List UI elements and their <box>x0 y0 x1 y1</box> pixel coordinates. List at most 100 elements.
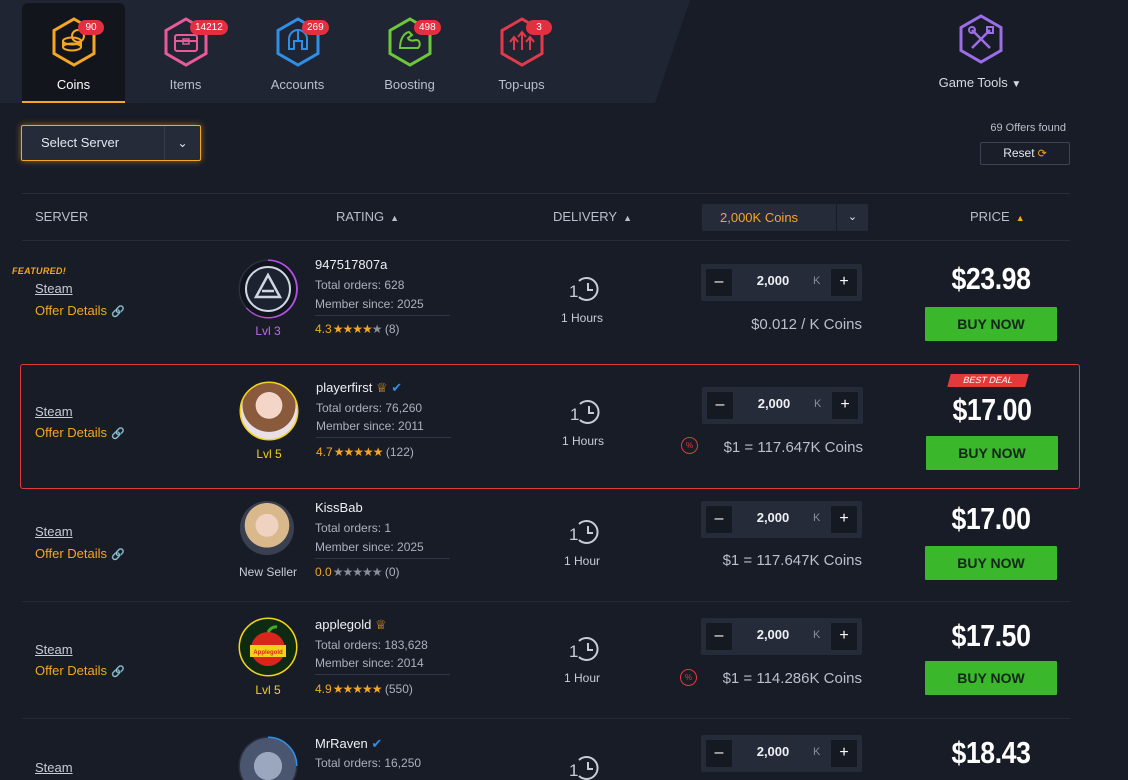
increase-button[interactable]: + <box>831 506 857 533</box>
seller-name[interactable]: KissBab <box>315 500 363 515</box>
tab-label: Coins <box>56 77 91 92</box>
top-navigation: 90 Coins 14212 Items 269 Accounts 498 Bo… <box>0 0 1128 103</box>
offers-table: SERVER RATING ▲︎ DELIVERY ▲︎ 2,000K Coins … <box>12 193 1080 780</box>
quantity-value[interactable]: 2,000 <box>737 273 809 288</box>
crown-icon: ♕ <box>375 617 387 632</box>
increase-button[interactable]: + <box>832 392 858 419</box>
seller-rating: 4.7★★★★★ (122) <box>316 445 414 459</box>
delivery-clock-icon: 1 <box>570 400 600 424</box>
header-server-label: SERVER <box>35 209 89 224</box>
rating-value: 4.3 <box>315 322 332 336</box>
offer-details-link[interactable]: Offer Details 🔗 <box>35 425 125 440</box>
seller-member-since: Member since: 2011 <box>316 419 424 433</box>
seller-level: Lvl 3 <box>255 324 281 338</box>
offer-details-link[interactable]: Offer Details 🔗 <box>35 663 125 678</box>
applegold-logo: Applegold <box>250 625 286 666</box>
unit-rate: $1 = 117.647K Coins <box>723 439 863 456</box>
decrease-button[interactable]: – <box>706 269 732 296</box>
table-row: FEATURED! Steam Offer Details 🔗 Lvl 3 947… <box>12 241 1070 365</box>
server-link[interactable]: Steam <box>35 642 73 657</box>
server-link[interactable]: Steam <box>35 404 73 419</box>
table-row-best-deal: BEST DEAL Steam Offer Details 🔗 Lvl 5 pla… <box>20 364 1080 489</box>
buy-now-button[interactable]: BUY NOW <box>925 546 1057 580</box>
caret-down-icon: ▼ <box>1011 79 1022 90</box>
table-row: Steam MrRaven ✔ Total orders: 16,250 1 –… <box>22 719 1070 780</box>
tab-label: Accounts <box>270 77 325 92</box>
sort-icon: ▲︎ <box>623 213 632 223</box>
quantity-value[interactable]: 2,000 <box>737 744 809 759</box>
buy-now-button[interactable]: BUY NOW <box>925 307 1057 341</box>
tab-badge: 269 <box>302 20 329 35</box>
quantity-stepper: – 2,000 K + <box>701 618 862 655</box>
tab-badge: 3 <box>526 20 552 35</box>
tab-boosting[interactable]: 498 Boosting <box>358 3 461 103</box>
delivery-time: 1 Hour <box>563 671 601 685</box>
buy-now-button[interactable]: BUY NOW <box>926 436 1058 470</box>
decrease-button[interactable]: – <box>706 506 732 533</box>
table-row: Steam Offer Details 🔗 New Seller KissBab … <box>22 489 1070 602</box>
delivery-clock-icon: 1 <box>569 756 599 780</box>
quantity-value[interactable]: 2,000 <box>737 510 809 525</box>
quantity-value[interactable]: 2,000 <box>738 396 810 411</box>
buy-now-button[interactable]: BUY NOW <box>925 661 1057 695</box>
increase-button[interactable]: + <box>831 269 857 296</box>
quantity-unit: K <box>813 746 821 758</box>
seller-orders: Total orders: 1 <box>315 521 392 535</box>
offer-details-link[interactable]: Offer Details 🔗 <box>35 303 125 318</box>
server-link[interactable]: Steam <box>35 524 73 539</box>
header-rating-label: RATING <box>336 209 385 224</box>
header-price[interactable]: PRICE ▲︎ <box>970 209 1025 224</box>
increase-button[interactable]: + <box>831 623 857 650</box>
delivery-clock-icon: 1 <box>569 277 599 301</box>
header-price-label: PRICE <box>970 209 1010 224</box>
decrease-button[interactable]: – <box>706 623 732 650</box>
server-link[interactable]: Steam <box>35 760 73 775</box>
unit-rate: $1 = 117.647K Coins <box>722 552 862 569</box>
star-rating-icon: ★★★★★ <box>332 565 383 579</box>
tab-accounts[interactable]: 269 Accounts <box>246 3 349 103</box>
tab-badge: 90 <box>78 20 104 35</box>
quantity-unit: K <box>813 275 821 287</box>
avatar <box>240 261 296 317</box>
quantity-value[interactable]: 2,000 <box>737 627 809 642</box>
best-deal-badge: BEST DEAL <box>947 374 1029 387</box>
header-server: SERVER <box>35 209 88 224</box>
header-delivery[interactable]: DELIVERY ▲︎ <box>553 209 632 224</box>
crown-icon: ♕ <box>375 380 388 395</box>
reset-icon: ⟳ <box>1037 148 1047 160</box>
seller-rating: 4.3★★★★★ (8) <box>315 322 400 336</box>
link-icon: 🔗 <box>111 306 125 318</box>
header-rating[interactable]: RATING ▲︎ <box>336 209 399 224</box>
svg-text:Applegold: Applegold <box>253 650 283 656</box>
tab-coins[interactable]: 90 Coins <box>22 3 125 103</box>
game-tools-menu[interactable]: Game Tools ▼ <box>930 14 1030 94</box>
amount-select[interactable]: 2,000K Coins ⌄ <box>702 204 868 231</box>
seller-name[interactable]: 947517807a <box>315 257 387 272</box>
tab-badge: 498 <box>414 20 441 35</box>
seller-rating: 0.0★★★★★ (0) <box>315 565 400 579</box>
tools-icon <box>959 14 1003 64</box>
rating-value: 4.9 <box>315 682 332 696</box>
server-select[interactable]: Select Server ⌄ <box>21 125 201 161</box>
reset-button[interactable]: Reset ⟳ <box>980 142 1070 165</box>
svg-text:1: 1 <box>569 642 578 661</box>
seller-name[interactable]: MrRaven ✔ <box>315 736 382 752</box>
chevron-down-icon: ⌄ <box>164 126 200 160</box>
tab-label: Boosting <box>384 77 435 92</box>
decrease-button[interactable]: – <box>707 392 733 419</box>
tab-items[interactable]: 14212 Items <box>134 3 237 103</box>
unit-rate: $1 = 114.286K Coins <box>722 670 862 687</box>
tab-top-ups[interactable]: 3 Top-ups <box>470 3 573 103</box>
offer-price: $17.00 <box>952 392 1032 427</box>
increase-button[interactable]: + <box>831 740 857 767</box>
server-link[interactable]: Steam <box>35 281 73 296</box>
seller-member-since: Member since: 2014 <box>315 656 424 670</box>
star-rating-icon: ★★★★★ <box>332 322 383 336</box>
seller-name[interactable]: playerfirst ♕ ✔ <box>316 380 402 396</box>
review-count: (550) <box>384 682 413 696</box>
decrease-button[interactable]: – <box>706 740 732 767</box>
star-rating-icon: ★★★★★ <box>333 445 384 459</box>
offer-details-link[interactable]: Offer Details 🔗 <box>35 546 125 561</box>
offer-details-label: Offer Details <box>35 546 108 561</box>
seller-name[interactable]: applegold ♕ <box>315 617 387 633</box>
